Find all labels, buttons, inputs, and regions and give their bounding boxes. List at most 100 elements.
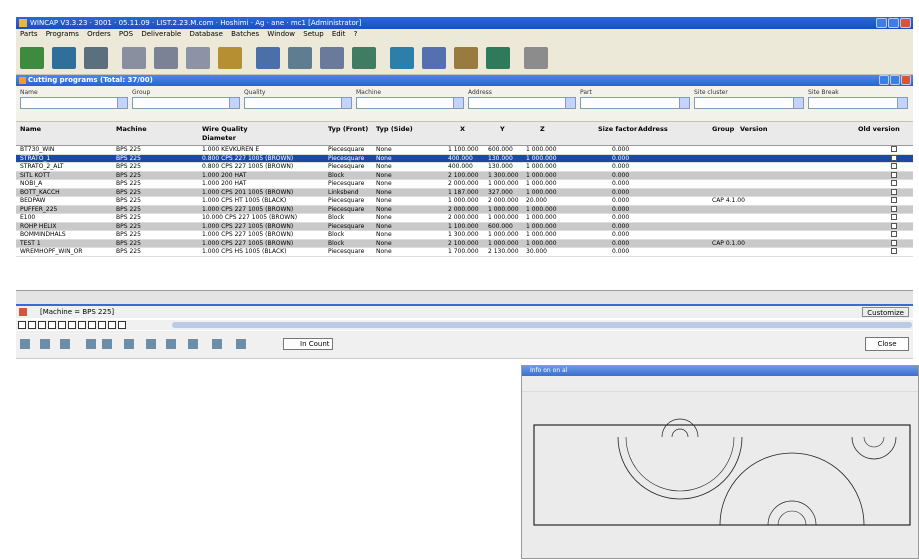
delete-record-button[interactable] (88, 321, 96, 329)
old-version-checkbox[interactable] (891, 231, 897, 237)
chevron-down-icon[interactable] (565, 98, 575, 108)
edit-record-button[interactable] (98, 321, 106, 329)
col-size-factor[interactable]: Size factor (598, 125, 637, 133)
filter-site-break-select[interactable] (808, 97, 908, 109)
menu-help[interactable]: ? (354, 30, 358, 38)
menu-window[interactable]: Window (267, 30, 295, 38)
filter-icon[interactable] (102, 339, 112, 349)
col-machine[interactable]: Machine (116, 125, 147, 133)
maximize-button[interactable] (888, 18, 899, 28)
chevron-down-icon[interactable] (229, 98, 239, 108)
old-version-checkbox[interactable] (891, 154, 897, 161)
table-row[interactable]: WREMHOPF_WIN_OR BPS 225 1.000 CPS HS 1005 … (16, 248, 913, 257)
import-icon[interactable] (84, 47, 108, 69)
table-row[interactable]: NOBI_A BPS 225 1.000 200 HAT Piecesquare Non… (16, 180, 913, 189)
filter-address-select[interactable] (468, 97, 576, 109)
exit-icon[interactable] (524, 47, 548, 69)
minus-icon[interactable] (40, 339, 50, 349)
grid-icon[interactable] (122, 47, 146, 69)
col-wire-quality[interactable]: Wire Quality (202, 125, 248, 133)
old-version-checkbox[interactable] (891, 214, 897, 220)
filter-part-select[interactable] (580, 97, 690, 109)
filter-name-select[interactable] (20, 97, 128, 109)
chevron-down-icon[interactable] (117, 98, 127, 108)
table-row[interactable]: SITL KOTT BPS 225 1.000 200 HAT Block None 2 … (16, 171, 913, 180)
save-icon[interactable] (20, 339, 30, 349)
menu-programs[interactable]: Programs (46, 30, 79, 38)
filter-site-cluster-select[interactable] (694, 97, 804, 109)
open-icon[interactable] (52, 47, 76, 69)
table-icon[interactable] (212, 339, 222, 349)
filter-machine-select[interactable] (356, 97, 464, 109)
tools-icon[interactable] (218, 47, 242, 69)
table-row[interactable]: ROHP HELIX BPS 225 1.000 CPS 227 1005 (BRO… (16, 222, 913, 231)
col-old-version[interactable]: Old version (858, 125, 900, 133)
menu-batches[interactable]: Batches (231, 30, 259, 38)
filter-group-select[interactable] (132, 97, 240, 109)
panel-minimize-button[interactable] (879, 75, 889, 85)
doc-icon[interactable] (188, 339, 198, 349)
col-typ-side[interactable]: Typ (Side) (376, 125, 413, 133)
screen-icon[interactable] (288, 47, 312, 69)
table-row[interactable]: BOTT_KACCH BPS 225 1.000 CPS 201 1005 (BRO… (16, 188, 913, 197)
old-version-checkbox[interactable] (891, 239, 897, 246)
minimize-button[interactable] (876, 18, 887, 28)
print-icon[interactable] (124, 339, 134, 349)
close-button[interactable]: Close (865, 337, 909, 351)
menu-setup[interactable]: Setup (303, 30, 323, 38)
old-version-checkbox[interactable] (891, 188, 897, 195)
settings-icon[interactable] (236, 339, 246, 349)
col-diameter[interactable]: Diameter (202, 134, 236, 142)
old-version-checkbox[interactable] (891, 180, 897, 186)
filter-quality-select[interactable] (244, 97, 352, 109)
table-row[interactable]: BOMMINDHALS BPS 225 1.000 CPS 227 1005 (BR… (16, 231, 913, 240)
col-x[interactable]: X (460, 125, 465, 133)
panel-close-button[interactable] (901, 75, 911, 85)
old-version-checkbox[interactable] (891, 197, 897, 203)
find-icon[interactable] (86, 339, 96, 349)
col-version[interactable]: Version (740, 125, 767, 133)
clear-filter-icon[interactable] (19, 308, 27, 316)
first-record-button[interactable] (18, 321, 26, 329)
table-row[interactable]: STRATO_2_ALT BPS 225 0.800 CPS 227 1005 (B… (16, 163, 913, 172)
chevron-down-icon[interactable] (341, 98, 351, 108)
col-group[interactable]: Group (712, 125, 734, 133)
layout-icon[interactable] (146, 339, 156, 349)
chevron-down-icon[interactable] (793, 98, 803, 108)
cancel-record-button[interactable] (118, 321, 126, 329)
chevron-down-icon[interactable] (679, 98, 689, 108)
menu-database[interactable]: Database (189, 30, 222, 38)
old-version-checkbox[interactable] (891, 248, 897, 254)
database-icon[interactable] (390, 47, 414, 69)
grid2-icon[interactable] (154, 47, 178, 69)
incount-button[interactable]: In Count (283, 338, 333, 350)
col-address[interactable]: Address (638, 125, 668, 133)
grid3-icon[interactable] (186, 47, 210, 69)
chevron-down-icon[interactable] (897, 98, 907, 108)
col-typ-front[interactable]: Typ (Front) (328, 125, 368, 133)
col-name[interactable]: Name (20, 125, 41, 133)
col-z[interactable]: Z (540, 125, 545, 133)
menu-edit[interactable]: Edit (332, 30, 346, 38)
ia-icon[interactable] (422, 47, 446, 69)
insert-record-button[interactable] (78, 321, 86, 329)
old-version-checkbox[interactable] (891, 171, 897, 178)
old-version-checkbox[interactable] (891, 222, 897, 229)
copy-icon[interactable] (60, 339, 70, 349)
table-row[interactable]: STRATO_1 BPS 225 0.800 CPS 227 1005 (BROWN… (16, 154, 913, 163)
last-record-button[interactable] (68, 321, 76, 329)
menu-orders[interactable]: Orders (87, 30, 111, 38)
horizontal-scrollbar[interactable] (172, 322, 912, 328)
next-record-button[interactable] (48, 321, 56, 329)
prev-record-button[interactable] (38, 321, 46, 329)
old-version-checkbox[interactable] (891, 146, 897, 152)
chart-icon[interactable] (166, 339, 176, 349)
panel-restore-button[interactable] (890, 75, 900, 85)
menu-deliverable[interactable]: Deliverable (141, 30, 181, 38)
menu-parts[interactable]: Parts (20, 30, 37, 38)
chevron-down-icon[interactable] (453, 98, 463, 108)
table-row[interactable]: E100 BPS 225 10.000 CPS 227 1005 (BROWN) Bl… (16, 214, 913, 223)
machine-icon[interactable] (256, 47, 280, 69)
table-row[interactable]: PUFFER_225 BPS 225 1.000 CPS 227 1005 (BRO… (16, 205, 913, 214)
old-version-checkbox[interactable] (891, 205, 897, 212)
